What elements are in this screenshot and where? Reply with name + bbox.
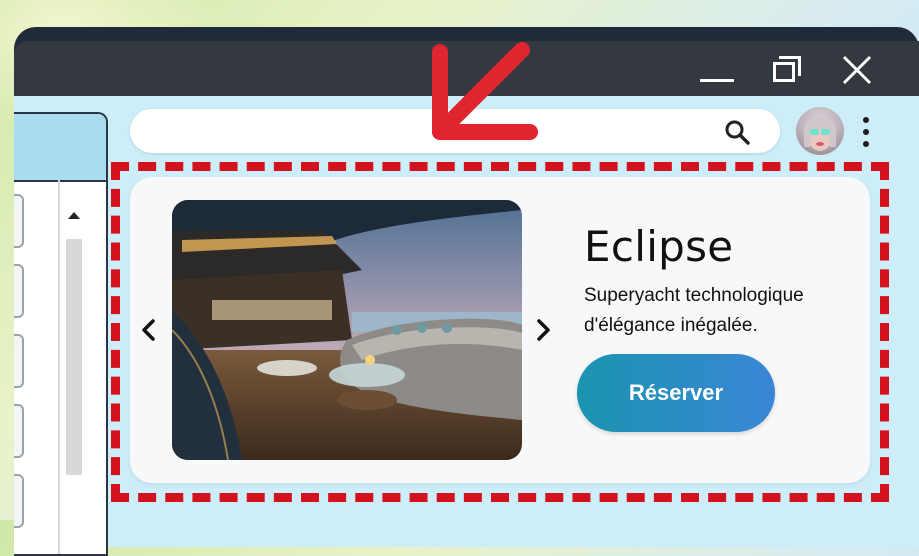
close-icon: [842, 55, 872, 85]
content-area: Eclipse Superyacht technologique d'éléga…: [14, 96, 919, 556]
maximize-button[interactable]: [769, 53, 809, 87]
pointer-arrow-icon: [432, 42, 538, 140]
left-list-item[interactable]: [14, 194, 24, 248]
avatar[interactable]: [796, 107, 844, 155]
highlight-dashed-box: [111, 162, 889, 502]
left-list-item[interactable]: [14, 404, 24, 458]
minimize-button[interactable]: [697, 53, 737, 87]
left-list-item[interactable]: [14, 334, 24, 388]
left-panel: [14, 112, 108, 556]
more-options-icon[interactable]: [860, 116, 872, 148]
close-button[interactable]: [837, 53, 877, 87]
scrollbar[interactable]: [66, 239, 82, 475]
avatar-picture: [804, 117, 836, 151]
maximize-icon: [773, 62, 795, 82]
scroll-up-arrow-icon[interactable]: [68, 212, 80, 219]
search-icon[interactable]: [724, 119, 750, 145]
left-list-item[interactable]: [14, 264, 24, 318]
left-panel-divider: [58, 180, 60, 554]
left-panel-header: [14, 114, 106, 182]
